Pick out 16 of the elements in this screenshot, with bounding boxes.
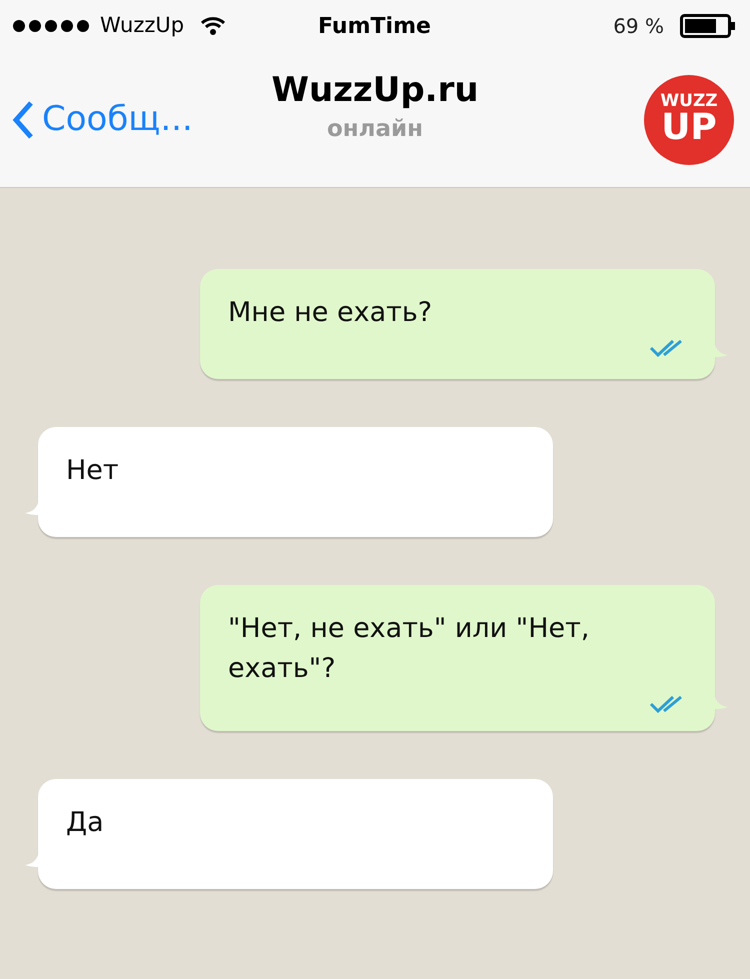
battery-icon bbox=[680, 14, 736, 38]
message-text: Да bbox=[66, 806, 105, 840]
signal-icon bbox=[12, 19, 92, 33]
battery-percentage: 69 % bbox=[613, 13, 664, 40]
wifi-icon bbox=[200, 16, 226, 36]
status-time: FumTime bbox=[318, 12, 431, 40]
logo-text: WUZZ bbox=[660, 93, 718, 110]
carrier-name: WuzzUp bbox=[100, 12, 184, 40]
chat-title: WuzzUp.ru bbox=[271, 69, 479, 112]
message-text: Мне не ехать? bbox=[228, 296, 434, 330]
message-text: "Нет, не ехать" или "Нет, ехать"? bbox=[228, 612, 590, 686]
logo-text: UP bbox=[661, 110, 717, 146]
online-status: онлайн bbox=[326, 115, 424, 144]
chevron-left-icon bbox=[12, 100, 34, 140]
back-button[interactable]: Сообщ... bbox=[12, 94, 193, 145]
message-text: Нет bbox=[66, 454, 120, 488]
